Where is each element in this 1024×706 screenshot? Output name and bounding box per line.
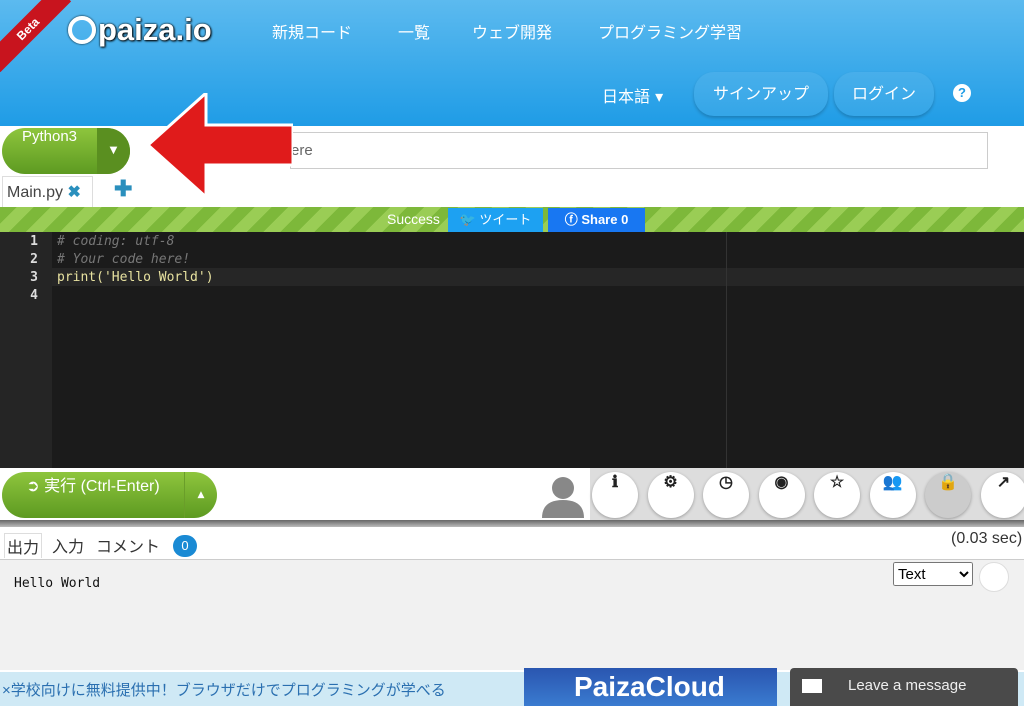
language-select[interactable]: Python3 ▼ (2, 128, 130, 174)
tweet-button[interactable]: 🐦 ツイート (448, 208, 543, 232)
envelope-icon (802, 679, 822, 693)
star-icon[interactable]: ☆ (814, 472, 860, 518)
run-button[interactable]: ➲ 実行 (Ctrl-Enter) ▲ (2, 472, 217, 518)
output-panel (0, 560, 1024, 670)
facebook-share-button[interactable]: ⓕ Share 0 (548, 208, 645, 232)
leave-message-button[interactable]: Leave a message (790, 668, 1018, 706)
title-input[interactable]: ere (290, 132, 988, 169)
line-gutter (0, 232, 52, 468)
nav-list[interactable]: 一覧 (398, 19, 430, 43)
group-icon[interactable]: 👥 (869, 472, 916, 518)
comment-count-badge: 0 (173, 535, 197, 557)
lock-icon[interactable]: 🔒 (925, 472, 971, 518)
close-icon[interactable]: ✖ (67, 184, 80, 201)
toggle-circle-button[interactable] (979, 562, 1009, 592)
output-text: Hello World (14, 576, 101, 591)
language-dropdown[interactable]: 日本語 ▾ (602, 83, 663, 107)
paizacloud-ad[interactable]: PaizaCloud (524, 668, 777, 706)
nav-web-dev[interactable]: ウェブ開発 (472, 19, 552, 43)
nav-new-code[interactable]: 新規コード (272, 19, 352, 43)
gear-icon[interactable]: ⚙ (647, 472, 694, 518)
logo-icon (68, 16, 96, 44)
run-label: ➲ 実行 (Ctrl-Enter) (26, 478, 160, 495)
twitter-icon: 🐦 (459, 212, 476, 227)
output-tabs: 出力 入力 コメント (0, 527, 1024, 560)
facebook-icon: ⓕ (564, 212, 578, 227)
line-number: 3 (30, 270, 38, 285)
nav-learning[interactable]: プログラミング学習 (598, 19, 742, 43)
code-line[interactable]: # coding: utf-8 (57, 234, 174, 249)
tweet-label: ツイート (479, 212, 532, 227)
share-label: Share 0 (581, 212, 629, 227)
tab-comment[interactable]: コメント (96, 533, 160, 557)
add-tab-icon[interactable]: ✚ (114, 176, 132, 202)
signup-button[interactable]: サインアップ (694, 72, 828, 116)
logo[interactable]: paiza.io (68, 12, 212, 48)
tab-label: Main.py (7, 184, 64, 201)
line-number: 1 (30, 234, 38, 249)
print-margin (726, 232, 727, 468)
splitter[interactable] (0, 520, 1024, 527)
language-label: Python3 (21, 128, 78, 145)
leave-message-label: Leave a message (848, 677, 967, 694)
caret-down-icon[interactable]: ▼ (97, 128, 130, 174)
output-format-select[interactable]: Text (893, 562, 973, 586)
clock-icon[interactable]: ◷ (703, 472, 749, 518)
red-arrow-annotation (148, 93, 293, 197)
login-button[interactable]: ログイン (834, 72, 934, 116)
github-icon[interactable]: ◉ (758, 472, 805, 518)
logo-text: paiza.io (98, 12, 212, 47)
code-line[interactable]: print('Hello World') (57, 270, 214, 285)
share-icon[interactable]: ↗ (980, 472, 1024, 518)
status-text: Success (387, 211, 440, 227)
user-avatar-icon (542, 477, 584, 518)
execution-time: (0.03 sec) (951, 530, 1023, 547)
tab-main-py[interactable]: Main.py ✖ (2, 176, 93, 208)
code-line[interactable]: # Your code here! (57, 252, 190, 267)
code-editor[interactable]: 1 # coding: utf-8 2 # Your code here! 3 print… (0, 232, 1024, 468)
tab-input[interactable]: 入力 (52, 533, 84, 557)
help-icon[interactable]: ? (953, 84, 971, 102)
line-number: 2 (30, 252, 38, 267)
tab-output[interactable]: 出力 (4, 533, 43, 558)
info-icon[interactable]: ℹ (592, 472, 638, 518)
line-number: 4 (30, 288, 38, 303)
